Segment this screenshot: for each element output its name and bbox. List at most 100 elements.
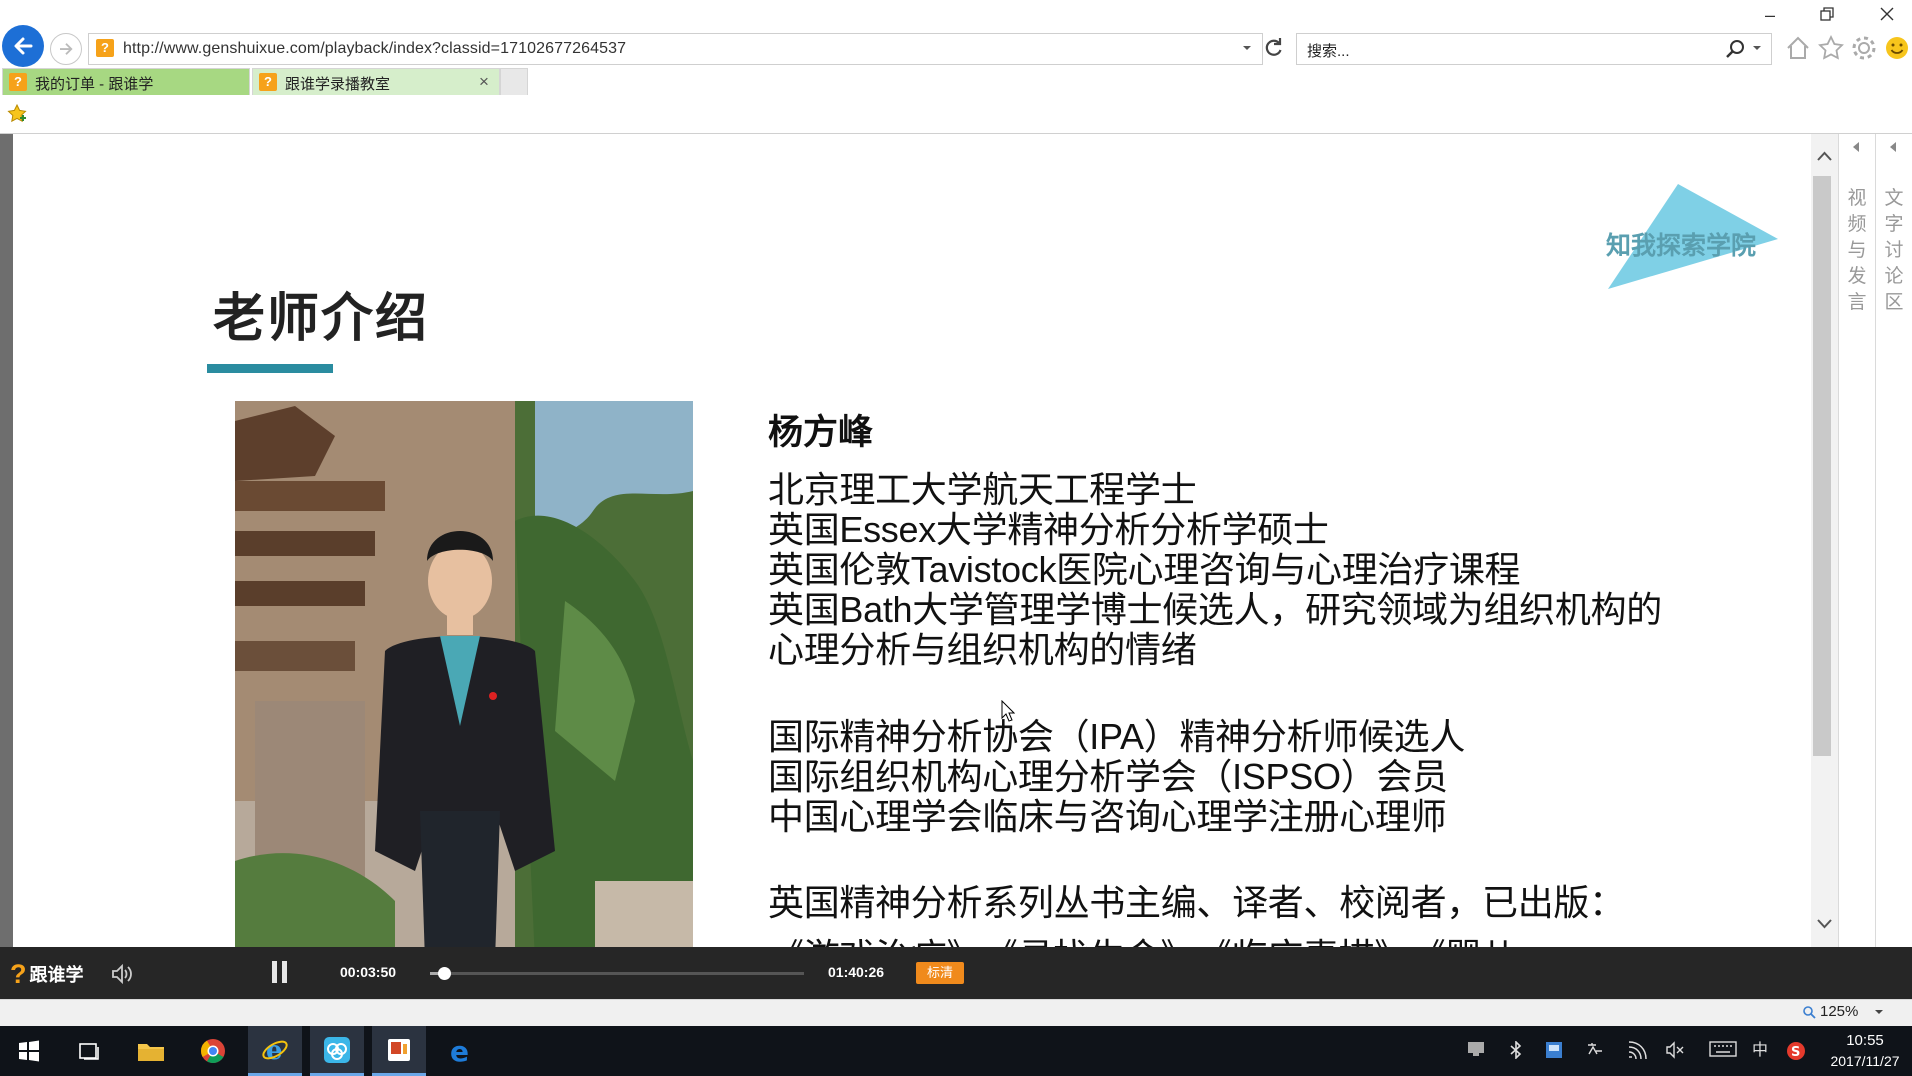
scrollbar-thumb[interactable] [1813,176,1831,756]
zoom-control[interactable]: 125% [1802,1003,1886,1020]
gear-icon[interactable] [1850,34,1878,62]
chevron-down-icon[interactable] [1749,40,1765,56]
task-view-icon [79,1043,99,1060]
restore-button[interactable] [1816,6,1838,24]
internet-explorer-icon: e [262,1036,288,1065]
bluetooth-glyph-icon [1510,1040,1522,1060]
tab-label: 跟谁学录播教室 [285,76,391,93]
player-control-bar: ? 跟谁学 00:03:50 01:40:26 标清 [0,947,1912,999]
bio-line: 英国精神分析系列丛书主编、译者、校阅者，已出版： [768,882,1625,923]
chevron-left-icon[interactable] [1849,140,1863,154]
minimize-button[interactable]: – [1759,6,1781,24]
forward-button[interactable] [50,33,82,65]
search-input[interactable]: 搜索... [1307,40,1350,61]
baidu-netdisk-button[interactable] [310,1026,364,1076]
back-button[interactable] [2,25,44,67]
player-logo-text: 跟谁学 [29,965,84,985]
ime-indicator[interactable]: 中 [1750,1041,1770,1061]
site-favicon-icon: ? [259,73,277,91]
chrome-icon [201,1039,225,1064]
text-discussion-panel-toggle[interactable]: 文字讨论区 [1876,134,1912,947]
chevron-left-icon[interactable] [1886,140,1900,154]
tab-close-button[interactable]: × [479,72,489,92]
new-tab-button[interactable] [500,68,528,95]
quality-button[interactable]: 标清 [916,962,964,984]
internet-explorer-button[interactable]: e [248,1026,302,1076]
keyboard-glyph-icon [1709,1041,1737,1057]
svg-text:S: S [1791,1045,1800,1060]
mouse-cursor-icon [1001,700,1015,722]
tab-bar: ? 我的订单 - 跟谁学 ? 跟谁学录播教室 × [0,68,1912,95]
browser-status-bar: 125% [0,999,1912,1026]
wifi-signal-icon [1628,1041,1647,1060]
add-favorite-icon[interactable] [6,103,28,125]
arrow-right-icon [60,43,73,55]
volume-muted-icon[interactable] [1665,1041,1685,1061]
search-box[interactable]: 搜索... [1296,33,1772,65]
input-translate-icon[interactable] [1585,1041,1605,1061]
zoom-icon [1803,1005,1816,1019]
chevron-down-icon[interactable] [1872,1005,1886,1019]
favorites-star-icon[interactable] [1817,34,1845,62]
chevron-up-icon[interactable] [1811,146,1838,166]
pause-bar [282,961,287,983]
chevron-down-icon[interactable] [1811,914,1838,934]
title-underline [207,364,333,373]
search-icon[interactable] [1725,39,1747,59]
close-window-button[interactable] [1876,6,1898,24]
sogou-input-icon[interactable]: S [1786,1041,1806,1061]
clock-time[interactable]: 10:55 [1830,1032,1900,1049]
folder-icon [138,1044,164,1061]
powerpoint-button[interactable] [372,1026,426,1076]
chevron-down-icon[interactable] [1239,40,1255,56]
arrow-left-icon [14,37,33,55]
tab-playback-classroom[interactable]: ? 跟谁学录播教室 × [252,68,500,95]
file-explorer-button[interactable] [124,1026,178,1076]
pause-bar [272,961,277,983]
refresh-icon[interactable] [1262,33,1286,63]
windows-taskbar: e e 中 S 10:55 2017/11/27 [0,1026,1912,1076]
total-time: 01:40:26 [828,964,885,980]
keyboard-icon[interactable] [1708,1041,1738,1061]
bluetooth-icon[interactable] [1506,1040,1526,1061]
chrome-button[interactable] [186,1026,240,1076]
cloud-icon [324,1036,350,1063]
monitor-icon [1468,1042,1484,1056]
smiley-feedback-icon[interactable] [1883,34,1911,62]
address-bar[interactable]: ? http://www.genshuixue.com/playback/ind… [88,33,1263,65]
address-url[interactable]: http://www.genshuixue.com/playback/index… [123,40,626,58]
bio-line-partial: 《游戏治疗》、《寻找生命》、《临床素描》、《婴儿 [768,928,1517,947]
current-time: 00:03:50 [340,964,397,980]
svg-text:e: e [450,1037,469,1065]
restore-icon [1820,7,1834,21]
network-computer-icon[interactable] [1466,1041,1486,1061]
teacher-name: 杨方峰 [768,413,874,452]
svg-text:e: e [266,1036,283,1065]
tab-my-orders[interactable]: ? 我的订单 - 跟谁学 [2,68,250,95]
app-window-icon [1546,1042,1562,1058]
bio-line: 中国心理学会临床与咨询心理学注册心理师 [768,796,1447,837]
pause-button[interactable] [270,961,290,985]
wifi-icon[interactable] [1627,1041,1647,1061]
edge-button[interactable]: e [434,1026,488,1076]
home-icon[interactable] [1784,34,1812,62]
clock-date[interactable]: 2017/11/27 [1822,1053,1908,1069]
content-frame: 老师介绍 知我探索学院 杨方峰 北京理工大学航天工程学士 英国Essex大学精神… [0,134,1912,947]
app-tray-icon[interactable] [1544,1041,1564,1061]
slide: 老师介绍 知我探索学院 杨方峰 北京理工大学航天工程学士 英国Essex大学精神… [13,134,1812,947]
video-and-speak-panel-toggle[interactable]: 视频与发言 [1839,134,1876,947]
bio-line: 心理分析与组织机构的情绪 [768,629,1197,670]
side-panel: 视频与发言 文字讨论区 [1838,134,1912,947]
volume-icon[interactable] [110,963,134,985]
progress-handle[interactable] [438,967,451,980]
logo-question-mark-icon: ? [10,958,27,989]
speaker-mute-icon [1666,1041,1684,1059]
language-icon [1588,1043,1602,1055]
progress-slider[interactable] [430,967,804,980]
task-view-button[interactable] [62,1026,116,1076]
favorites-bar [0,95,1912,134]
start-button[interactable] [2,1026,56,1076]
vertical-scrollbar[interactable] [1811,134,1838,947]
teacher-photo [235,401,693,947]
side-panel-label: 视频与发言 [1847,188,1867,313]
